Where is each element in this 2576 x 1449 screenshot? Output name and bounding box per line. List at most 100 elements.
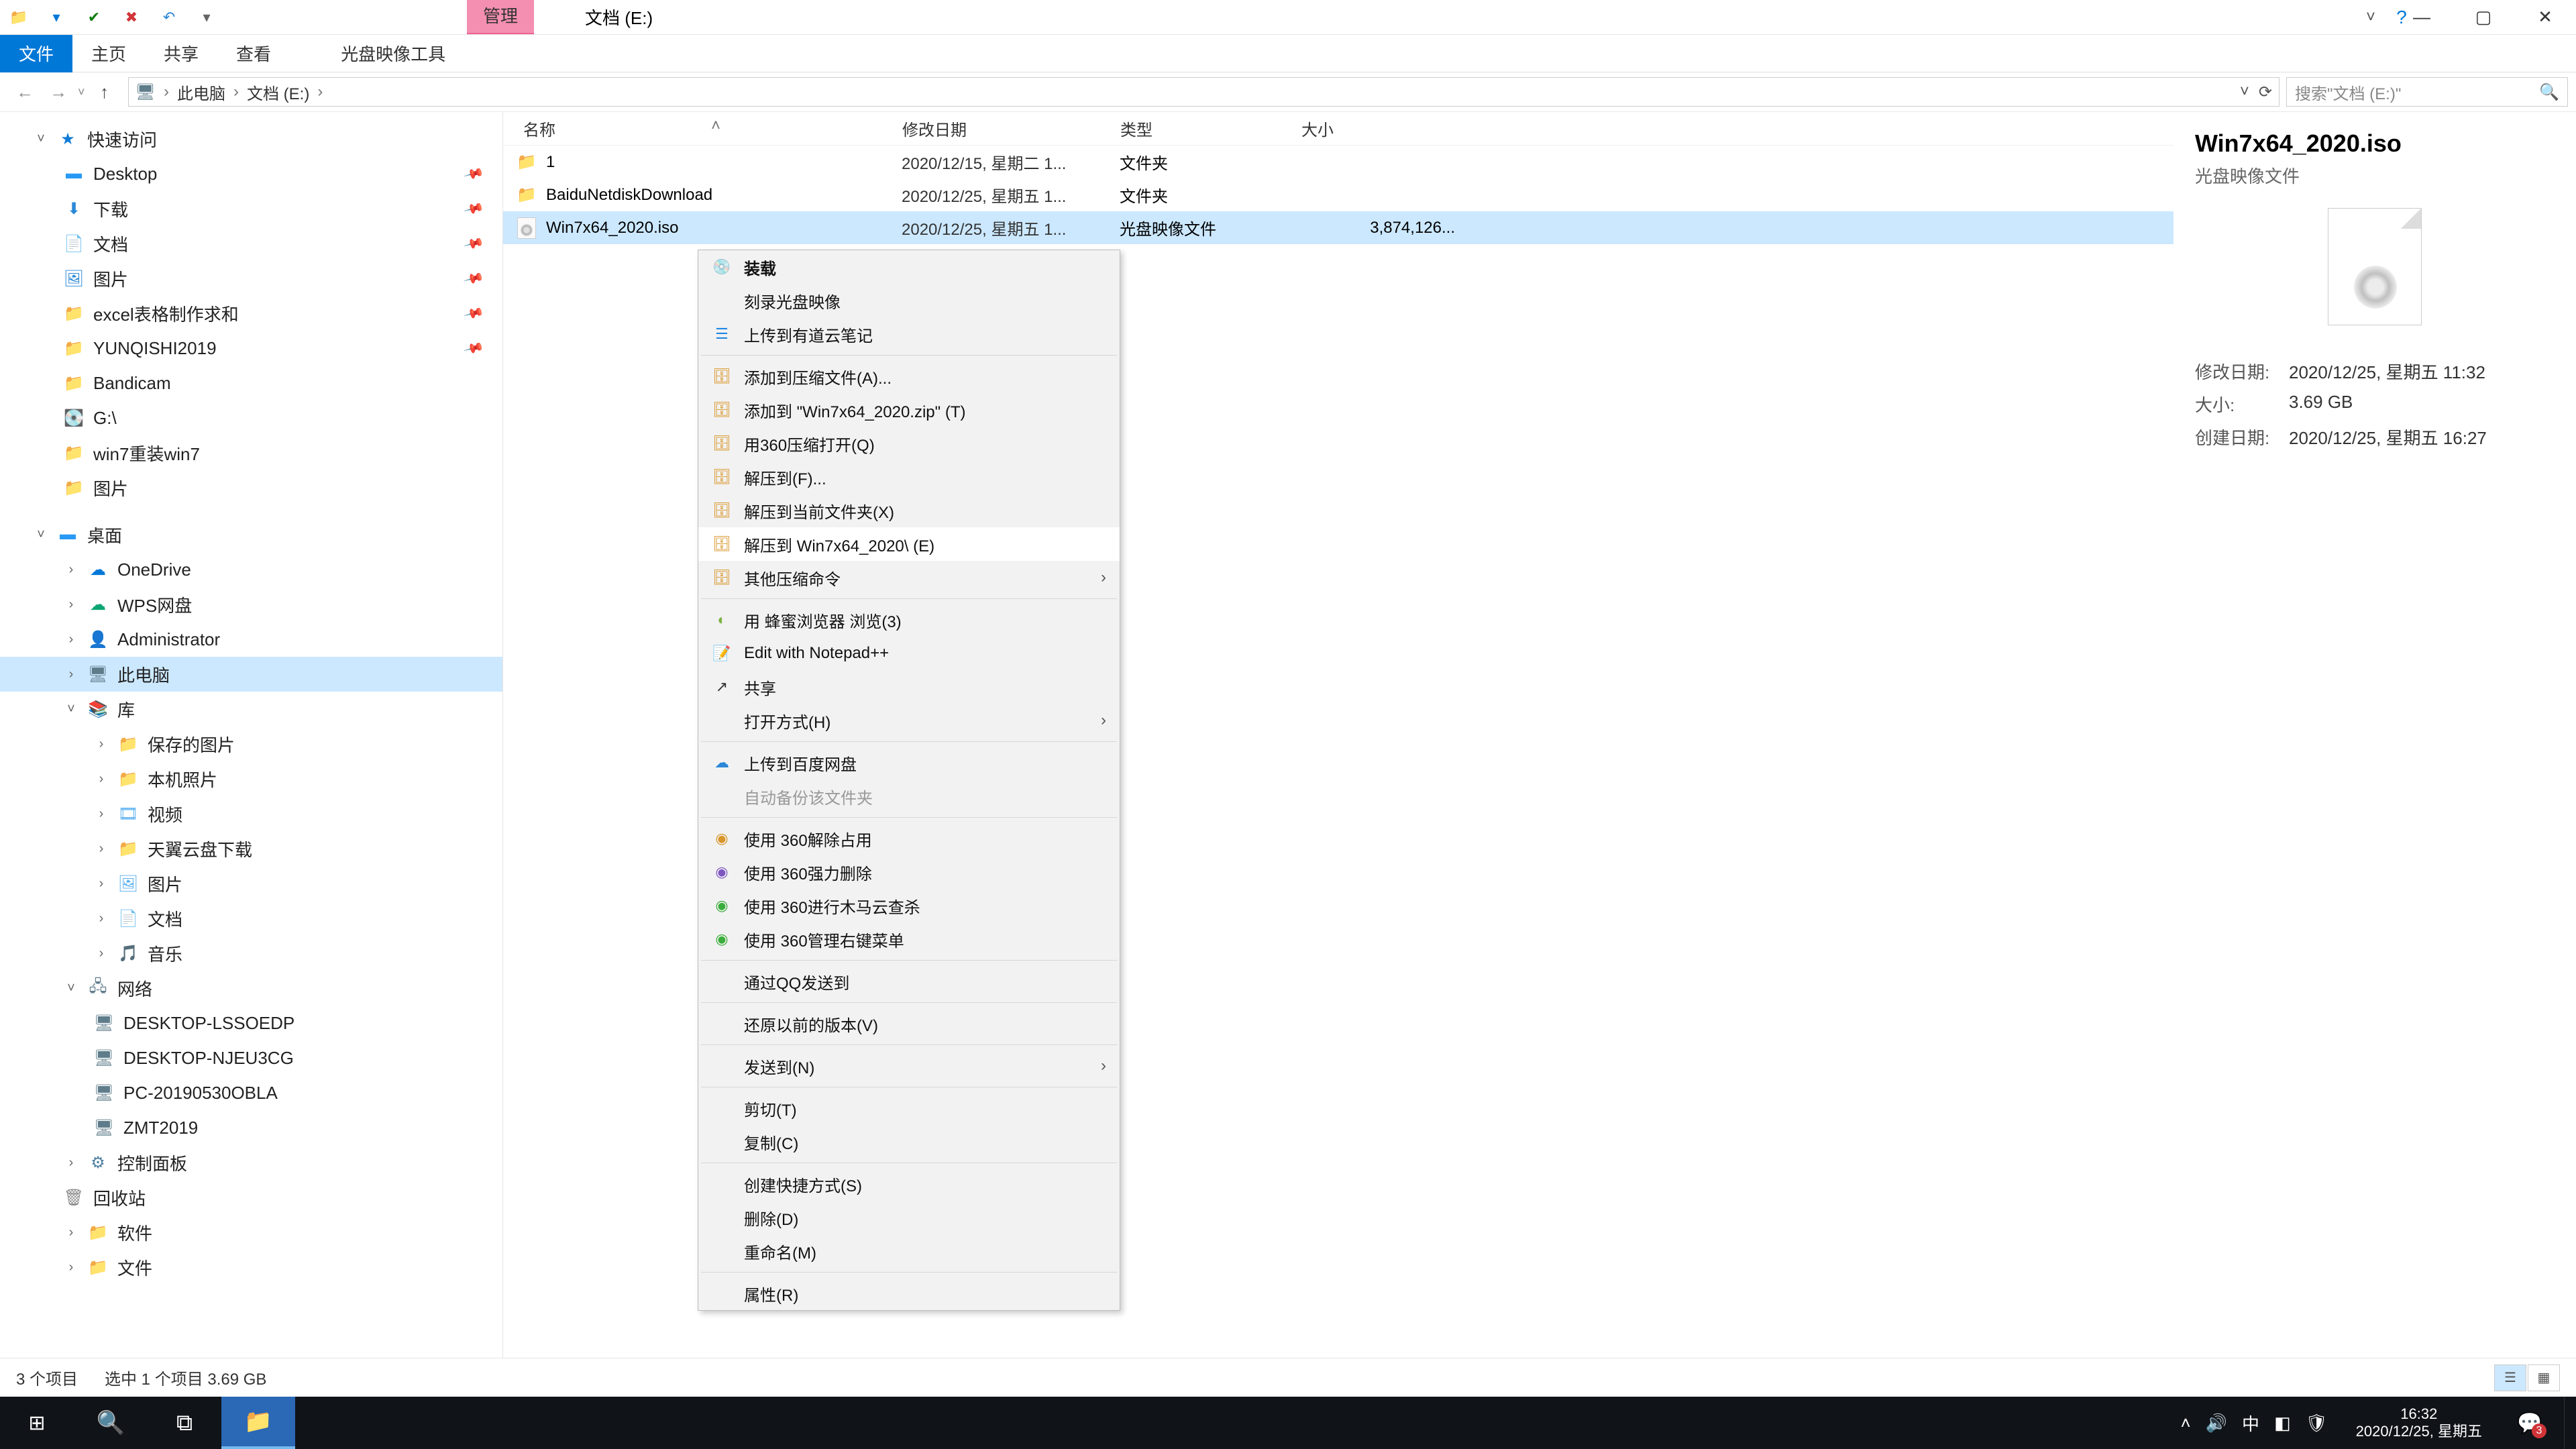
cm-add-archive[interactable]: 🗄添加到压缩文件(A)...: [698, 360, 1120, 393]
nav-drive-g[interactable]: 💽G:\: [0, 400, 502, 435]
cm-send-to[interactable]: 发送到(N)›: [698, 1049, 1120, 1083]
search-icon[interactable]: 🔍: [2539, 83, 2559, 102]
cm-npp[interactable]: 📝Edit with Notepad++: [698, 637, 1120, 670]
nav-lib-videos[interactable]: ›🎞视频: [0, 796, 502, 831]
crumb-drive-e[interactable]: 文档 (E:): [241, 80, 315, 104]
cm-restore[interactable]: 还原以前的版本(V): [698, 1007, 1120, 1040]
nav-file[interactable]: ›📁文件: [0, 1250, 502, 1285]
nav-pictures-2[interactable]: 📁图片: [0, 470, 502, 505]
cm-qq-send[interactable]: 通过QQ发送到: [698, 965, 1120, 998]
addr-refresh-icon[interactable]: ⟳: [2259, 83, 2272, 102]
cm-cut[interactable]: 剪切(T): [698, 1091, 1120, 1125]
volume-icon[interactable]: 🔊: [2206, 1413, 2227, 1434]
start-button[interactable]: ⊞: [0, 1397, 74, 1449]
help-icon[interactable]: ?: [2388, 7, 2415, 28]
tray-app-icon[interactable]: ◧: [2274, 1413, 2291, 1434]
breadcrumb[interactable]: 🖥 › 此电脑 › 文档 (E:) › ˅ ⟳: [128, 77, 2279, 107]
ribbon-home-tab[interactable]: 主页: [72, 34, 145, 72]
cm-shortcut[interactable]: 创建快捷方式(S): [698, 1167, 1120, 1201]
cm-360-release[interactable]: ◉使用 360解除占用: [698, 822, 1120, 855]
folder-icon[interactable]: 📁: [5, 4, 32, 31]
cm-bee-browser[interactable]: ◐用 蜂蜜浏览器 浏览(3): [698, 603, 1120, 637]
col-type[interactable]: 类型: [1120, 117, 1301, 140]
nav-documents[interactable]: 📄文档📌: [0, 226, 502, 261]
nav-desktop[interactable]: ▬Desktop📌: [0, 156, 502, 191]
ribbon-share-tab[interactable]: 共享: [145, 34, 217, 72]
cm-open-360[interactable]: 🗄用360压缩打开(Q): [698, 427, 1120, 460]
cm-extract-here[interactable]: 🗄解压到当前文件夹(X): [698, 494, 1120, 527]
nav-recycle[interactable]: 🗑回收站: [0, 1180, 502, 1215]
nav-admin[interactable]: ›👤Administrator: [0, 622, 502, 657]
qat-props-icon[interactable]: ✔: [80, 4, 107, 31]
qat-dropdown-icon[interactable]: ▾: [43, 4, 70, 31]
cm-360-force[interactable]: ◉使用 360强力删除: [698, 855, 1120, 889]
nav-history-dropdown[interactable]: ˅: [78, 85, 85, 99]
col-name[interactable]: 名称˄: [503, 117, 902, 140]
cm-add-zip[interactable]: 🗄添加到 "Win7x64_2020.zip" (T): [698, 393, 1120, 427]
ribbon-expand-icon[interactable]: ˅: [2357, 8, 2384, 27]
col-size[interactable]: 大小: [1301, 117, 1483, 140]
table-row[interactable]: 📁 BaiduNetdiskDownload 2020/12/25, 星期五 1…: [503, 178, 2174, 211]
action-center-button[interactable]: 💬 3: [2510, 1403, 2549, 1442]
crumb-this-pc[interactable]: 此电脑: [172, 80, 231, 104]
nav-tree[interactable]: ˅★快速访问 ▬Desktop📌 ⬇下载📌 📄文档📌 🖼图片📌 📁excel表格…: [0, 112, 503, 1358]
nav-quick-access[interactable]: ˅★快速访问: [0, 121, 502, 156]
nav-yunqishi[interactable]: 📁YUNQISHI2019📌: [0, 331, 502, 366]
column-headers[interactable]: 名称˄ 修改日期 类型 大小: [503, 112, 2174, 146]
cm-open-with[interactable]: 打开方式(H)›: [698, 704, 1120, 737]
ribbon-image-tools-tab[interactable]: 光盘映像工具: [322, 34, 464, 72]
nav-desktop-root[interactable]: ˅▬桌面: [0, 517, 502, 552]
cm-delete[interactable]: 删除(D): [698, 1201, 1120, 1234]
qat-undo-icon[interactable]: ↶: [156, 4, 182, 31]
chevron-right-icon[interactable]: ›: [161, 83, 172, 101]
nav-lib-tianyi[interactable]: ›📁天翼云盘下载: [0, 831, 502, 866]
qat-menu-dropdown-icon[interactable]: ▾: [193, 4, 220, 31]
nav-excel-folder[interactable]: 📁excel表格制作求和📌: [0, 296, 502, 331]
nav-wps[interactable]: ›☁WPS网盘: [0, 587, 502, 622]
close-button[interactable]: ✕: [2514, 0, 2576, 34]
ime-icon[interactable]: 中: [2242, 1411, 2259, 1436]
explorer-taskbar-button[interactable]: 📁: [221, 1397, 295, 1449]
nav-net-pc4[interactable]: 🖥ZMT2019: [0, 1110, 502, 1145]
nav-win7-folder[interactable]: 📁win7重装win7: [0, 435, 502, 470]
nav-net-pc2[interactable]: 🖥DESKTOP-NJEU3CG: [0, 1040, 502, 1075]
addr-dropdown-icon[interactable]: ˅: [2240, 83, 2249, 102]
tray-overflow-icon[interactable]: ˄: [2180, 1413, 2190, 1434]
tray-security-icon[interactable]: 🛡: [2306, 1413, 2328, 1434]
nav-up-button[interactable]: ↑: [88, 77, 121, 107]
cm-copy[interactable]: 复制(C): [698, 1125, 1120, 1159]
nav-net-pc1[interactable]: 🖥DESKTOP-LSSOEDP: [0, 1006, 502, 1040]
taskview-button[interactable]: ⧉: [148, 1397, 221, 1449]
view-details-button[interactable]: ☰: [2494, 1364, 2526, 1391]
nav-forward-button[interactable]: →: [42, 77, 75, 107]
show-desktop-button[interactable]: [2564, 1397, 2572, 1449]
table-row[interactable]: 📁 1 2020/12/15, 星期二 1... 文件夹: [503, 146, 2174, 178]
cm-extract-folder[interactable]: 🗄解压到 Win7x64_2020\ (E): [698, 527, 1120, 561]
nav-lib-savedpics[interactable]: ›📁保存的图片: [0, 727, 502, 761]
nav-lib-camera[interactable]: ›📁本机照片: [0, 761, 502, 796]
nav-lib-docs[interactable]: ›📄文档: [0, 901, 502, 936]
view-thumbnails-button[interactable]: ▦: [2528, 1364, 2560, 1391]
cm-burn[interactable]: 刻录光盘映像: [698, 284, 1120, 317]
maximize-button[interactable]: ▢: [2453, 0, 2514, 34]
clock[interactable]: 16:32 2020/12/25, 星期五: [2356, 1405, 2482, 1441]
nav-pictures[interactable]: 🖼图片📌: [0, 261, 502, 296]
cm-mount[interactable]: 💿装载: [698, 250, 1120, 284]
cm-baidu-upload[interactable]: ☁上传到百度网盘: [698, 746, 1120, 780]
nav-downloads[interactable]: ⬇下载📌: [0, 191, 502, 226]
ribbon-file-tab[interactable]: 文件: [0, 34, 72, 72]
search-input[interactable]: 搜索"文档 (E:)" 🔍: [2286, 77, 2568, 107]
search-button[interactable]: 🔍: [74, 1397, 148, 1449]
nav-bandicam[interactable]: 📁Bandicam: [0, 366, 502, 400]
nav-this-pc[interactable]: ›🖥此电脑: [0, 657, 502, 692]
cm-extract-to[interactable]: 🗄解压到(F)...: [698, 460, 1120, 494]
table-row[interactable]: Win7x64_2020.iso 2020/12/25, 星期五 1... 光盘…: [503, 211, 2174, 244]
col-date[interactable]: 修改日期: [902, 117, 1120, 140]
nav-back-button[interactable]: ←: [8, 77, 42, 107]
nav-lib-pictures[interactable]: ›🖼图片: [0, 866, 502, 901]
nav-libraries[interactable]: ˅📚库: [0, 692, 502, 727]
nav-software[interactable]: ›📁软件: [0, 1215, 502, 1250]
chevron-right-icon[interactable]: ›: [315, 83, 325, 101]
cm-360-menu[interactable]: ◉使用 360管理右键菜单: [698, 922, 1120, 956]
nav-net-pc3[interactable]: 🖥PC-20190530OBLA: [0, 1075, 502, 1110]
